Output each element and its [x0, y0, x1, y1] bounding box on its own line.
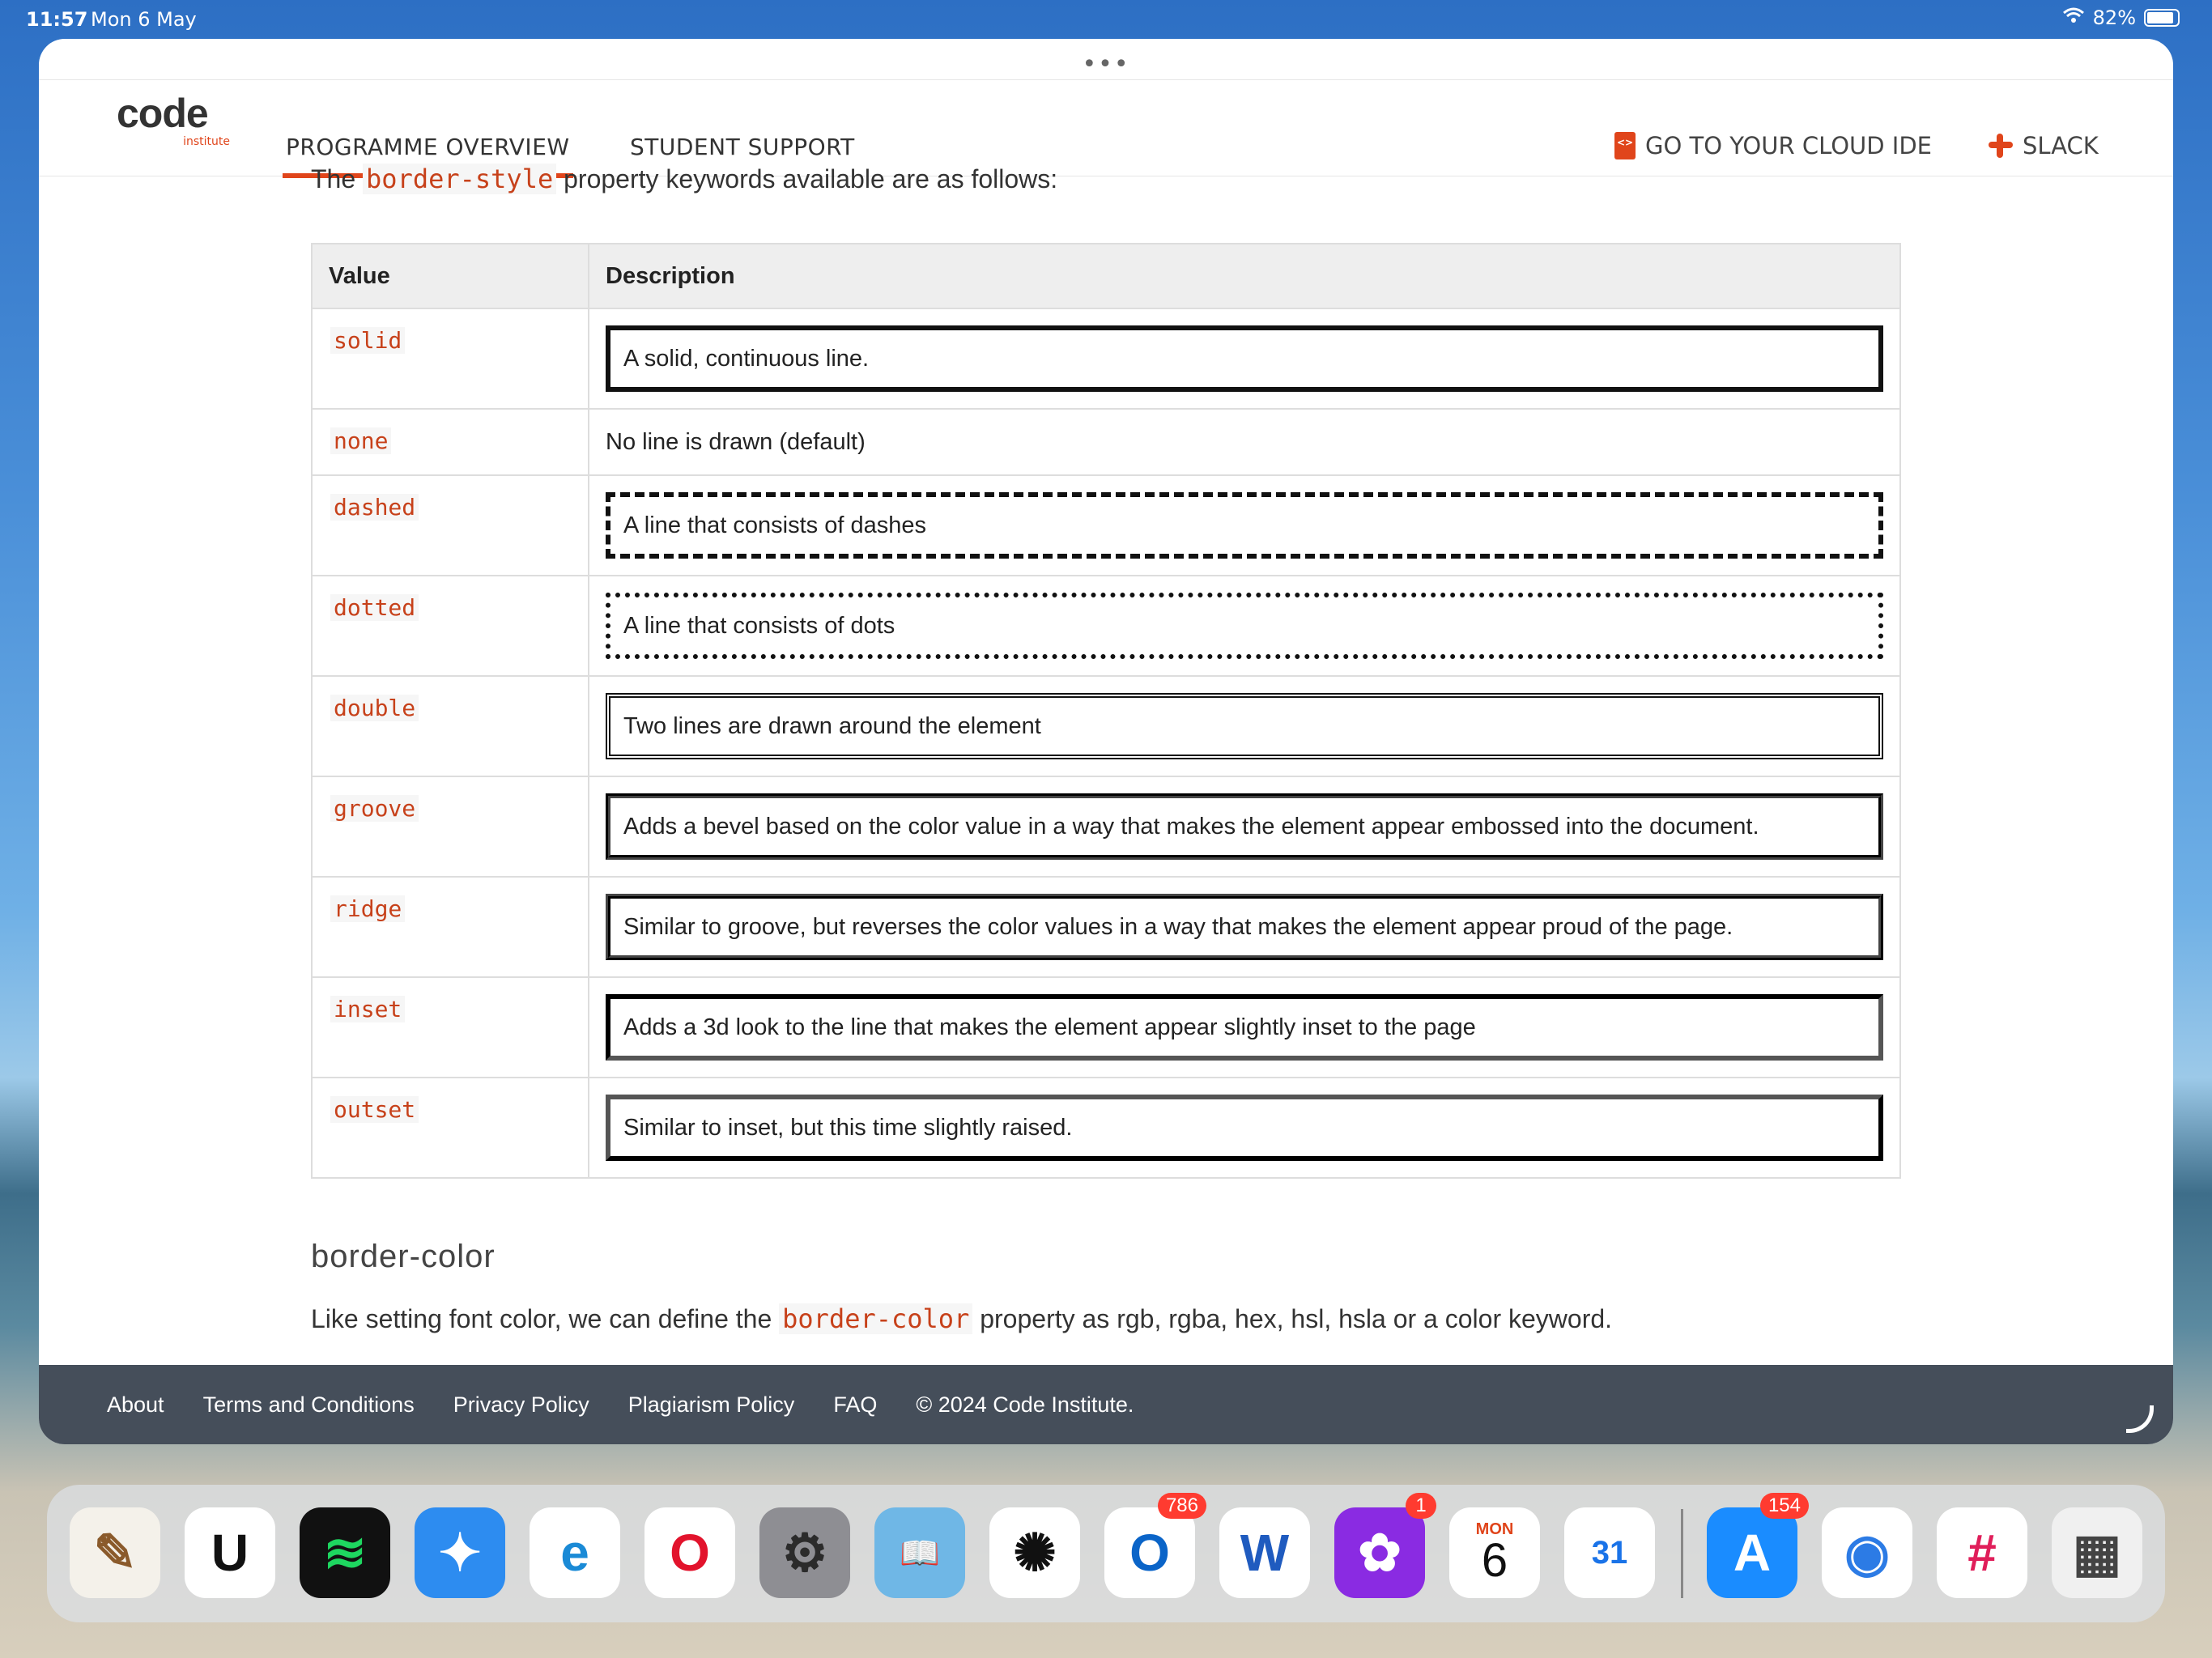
- cloud-ide-link[interactable]: GO TO YOUR CLOUD IDE: [1614, 132, 1932, 159]
- table-row: ridge Similar to groove, but reverses th…: [311, 876, 1901, 978]
- table-row: groove Adds a bevel based on the color v…: [311, 776, 1901, 878]
- section-heading: border-color: [311, 1239, 496, 1274]
- value-cell: none: [330, 427, 392, 454]
- value-cell: ridge: [330, 895, 406, 922]
- value-cell: outset: [330, 1096, 419, 1123]
- kindle-app-icon[interactable]: 📖: [874, 1507, 965, 1598]
- nav-student-support[interactable]: STUDENT SUPPORT: [630, 134, 855, 160]
- table-row: dotted A line that consists of dots: [311, 575, 1901, 677]
- description-box: Similar to inset, but this time slightly…: [606, 1095, 1883, 1161]
- browser-window: ••• code institute PROGRAMME OVERVIEW ST…: [39, 39, 2173, 1444]
- footer-link-faq[interactable]: FAQ: [833, 1392, 877, 1418]
- footer-copyright: © 2024 Code Institute.: [916, 1392, 1134, 1417]
- calendar-app-icon[interactable]: MON 6: [1449, 1507, 1540, 1598]
- app-library-icon[interactable]: ▦: [2052, 1507, 2142, 1598]
- date: Mon 6 May: [91, 8, 197, 31]
- google-calendar-app-icon[interactable]: 31: [1564, 1507, 1655, 1598]
- yapp-app-icon[interactable]: ✿ 1: [1334, 1493, 1436, 1598]
- table-row: inset Adds a 3d look to the line that ma…: [311, 976, 1901, 1078]
- nav-programme-overview[interactable]: PROGRAMME OVERVIEW: [283, 134, 573, 178]
- value-cell: dotted: [330, 594, 419, 621]
- chrome-app-icon[interactable]: ◉: [1822, 1507, 1912, 1598]
- window-grabber-icon[interactable]: •••: [1082, 50, 1129, 79]
- border-style-table: Value Description solid A solid, continu…: [311, 243, 1901, 1179]
- battery-percent: 82%: [2092, 6, 2136, 29]
- table-row: dashed A line that consists of dashes: [311, 474, 1901, 576]
- slack-link[interactable]: SLACK: [1989, 132, 2099, 159]
- description-box: A solid, continuous line.: [606, 325, 1883, 392]
- clock: 11:57: [26, 8, 88, 31]
- safari-app-icon[interactable]: ✦: [415, 1507, 505, 1598]
- inline-code: border-color: [779, 1303, 973, 1334]
- chatgpt-app-icon[interactable]: ✺: [989, 1507, 1080, 1598]
- footer-link-privacy[interactable]: Privacy Policy: [453, 1392, 589, 1418]
- spotify-app-icon[interactable]: ≋: [300, 1507, 390, 1598]
- battery-icon: [2144, 9, 2180, 27]
- description-box: Adds a bevel based on the color value in…: [606, 793, 1883, 860]
- value-cell: solid: [330, 327, 406, 354]
- column-header-description: Description: [588, 243, 1901, 309]
- footer-link-about[interactable]: About: [107, 1392, 164, 1418]
- top-navbar: code institute PROGRAMME OVERVIEW STUDEN…: [39, 79, 2173, 178]
- outlook-app-icon[interactable]: O 786: [1104, 1493, 1206, 1598]
- dock-separator: [1681, 1509, 1683, 1598]
- word-app-icon[interactable]: W: [1219, 1507, 1310, 1598]
- description-box: No line is drawn (default): [606, 428, 866, 455]
- description-box: A line that consists of dots: [606, 593, 1883, 659]
- section-paragraph: Like setting font color, we can define t…: [311, 1303, 1613, 1334]
- app-store-app-icon[interactable]: A 154: [1707, 1493, 1809, 1598]
- value-cell: groove: [330, 795, 419, 822]
- table-row: double Two lines are drawn around the el…: [311, 675, 1901, 777]
- footer-link-plagiarism[interactable]: Plagiarism Policy: [628, 1392, 795, 1418]
- description-box: Two lines are drawn around the element: [606, 693, 1883, 759]
- value-cell: double: [330, 695, 419, 721]
- table-row: solid A solid, continuous line.: [311, 308, 1901, 410]
- status-right: 82%: [2062, 6, 2180, 29]
- udemy-app-icon[interactable]: U: [185, 1507, 275, 1598]
- slack-icon: [1989, 134, 2013, 158]
- value-cell: inset: [330, 996, 406, 1022]
- window-resize-handle-icon[interactable]: [2126, 1405, 2154, 1433]
- intro-text: The border-style property keywords avail…: [311, 164, 1058, 194]
- notification-badge: 786: [1157, 1493, 1206, 1519]
- wifi-icon: [2062, 6, 2085, 29]
- table-row: none No line is drawn (default): [311, 408, 1901, 476]
- code-file-icon: [1614, 132, 1636, 159]
- footer-link-terms[interactable]: Terms and Conditions: [203, 1392, 415, 1418]
- edge-app-icon[interactable]: e: [530, 1507, 620, 1598]
- table-header-row: Value Description: [311, 243, 1901, 309]
- inline-code: border-style: [363, 164, 557, 194]
- code-institute-logo[interactable]: code institute: [117, 90, 230, 148]
- column-header-value: Value: [311, 243, 589, 309]
- status-bar: 11:57 Mon 6 May 82%: [0, 0, 2212, 39]
- site-footer: About Terms and Conditions Privacy Polic…: [39, 1365, 2173, 1444]
- description-box: Similar to groove, but reverses the colo…: [606, 894, 1883, 960]
- calendar-date-number: 6: [1481, 1534, 1508, 1587]
- opera-app-icon[interactable]: O: [644, 1507, 735, 1598]
- description-box: Adds a 3d look to the line that makes th…: [606, 994, 1883, 1061]
- table-row: outset Similar to inset, but this time s…: [311, 1077, 1901, 1179]
- settings-app-icon[interactable]: ⚙: [759, 1507, 850, 1598]
- dock: ✎ U ≋ ✦ e O ⚙ 📖 ✺ O 786 W ✿ 1 MON 6 31 A 154 ◉ # ▦: [47, 1485, 2165, 1622]
- value-cell: dashed: [330, 494, 419, 521]
- description-box: A line that consists of dashes: [606, 492, 1883, 559]
- slack-app-icon[interactable]: #: [1937, 1507, 2027, 1598]
- notes-app-icon[interactable]: ✎: [70, 1507, 160, 1598]
- notification-badge: 1: [1406, 1493, 1436, 1519]
- notification-badge: 154: [1759, 1493, 1809, 1519]
